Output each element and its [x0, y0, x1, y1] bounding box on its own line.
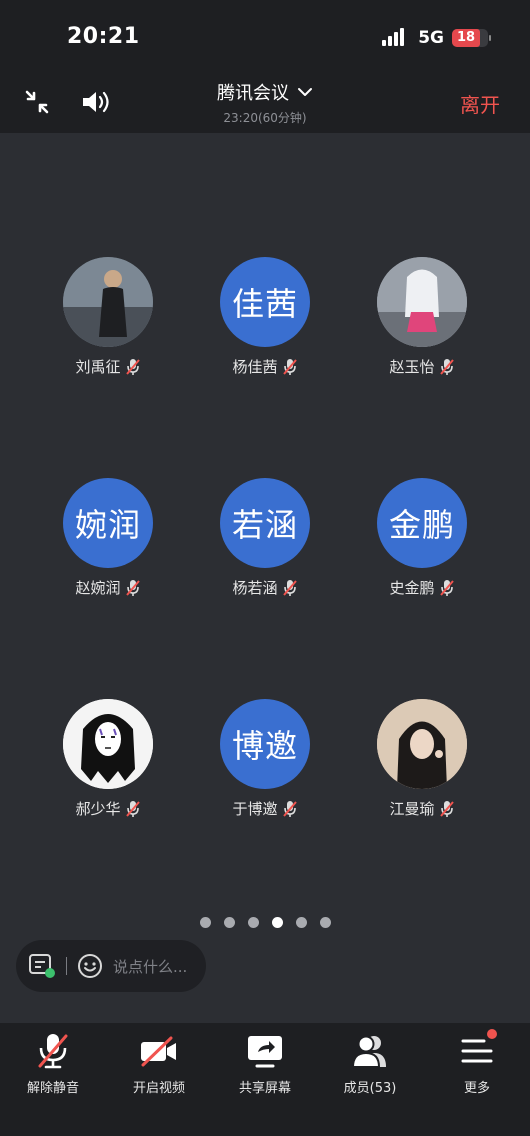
participant-tile[interactable]: 若涵 杨若涵 — [185, 478, 345, 598]
page-indicator[interactable] — [0, 917, 530, 928]
chat-input[interactable]: 说点什么... — [113, 956, 187, 977]
avatar-photo — [63, 257, 153, 347]
avatar-photo — [63, 699, 153, 789]
mic-off-icon — [282, 579, 297, 596]
meeting-header: 腾讯会议 23:20(60分钟) 离开 — [0, 75, 530, 133]
avatar: 若涵 — [220, 478, 310, 568]
start-video-label: 开启视频 — [132, 1081, 185, 1096]
battery-icon: 18 — [452, 29, 491, 47]
leave-button[interactable]: 离开 — [460, 89, 500, 118]
mic-off-icon — [125, 579, 140, 596]
page-dot-active[interactable] — [271, 917, 283, 928]
mic-off-icon — [125, 358, 140, 375]
start-video-button[interactable]: 开启视频 — [109, 1031, 209, 1096]
unmute-button[interactable]: 解除静音 — [3, 1031, 103, 1096]
page-dot[interactable] — [319, 917, 331, 928]
participant-name: 于博邀 — [232, 800, 278, 818]
mic-muted-icon — [38, 1034, 68, 1069]
members-label: 成员(53) — [343, 1081, 397, 1096]
chevron-down-icon — [298, 88, 312, 96]
emoji-icon[interactable] — [77, 953, 103, 979]
meeting-info: 腾讯会议 23:20(60分钟) — [0, 79, 530, 126]
participant-name: 赵婉润 — [75, 579, 121, 597]
participant-name: 郝少华 — [75, 800, 121, 818]
video-off-icon — [141, 1036, 176, 1067]
page-dot[interactable] — [223, 917, 235, 928]
participant-name: 江曼瑜 — [389, 800, 435, 818]
participant-name: 赵玉怡 — [389, 358, 435, 376]
avatar-photo — [377, 699, 467, 789]
share-screen-icon — [248, 1036, 282, 1068]
mic-off-icon — [439, 358, 454, 375]
mic-off-icon — [125, 800, 140, 817]
mic-off-icon — [282, 800, 297, 817]
unmute-label: 解除静音 — [26, 1081, 79, 1096]
avatar-photo — [377, 257, 467, 347]
status-time: 20:21 — [67, 24, 140, 49]
participant-tile[interactable]: 江曼瑜 — [342, 699, 502, 819]
avatar: 博邀 — [220, 699, 310, 789]
divider — [66, 957, 67, 975]
status-indicators: 5G 18 — [382, 28, 491, 48]
menu-icon — [461, 1039, 493, 1063]
participant-tile[interactable]: 佳茜 杨佳茜 — [185, 257, 345, 377]
mic-off-icon — [439, 579, 454, 596]
avatar: 婉润 — [63, 478, 153, 568]
participant-tile[interactable]: 郝少华 — [28, 699, 188, 819]
meeting-time: 23:20(60分钟) — [223, 111, 307, 125]
participant-tile[interactable]: 赵玉怡 — [342, 257, 502, 377]
mic-off-icon — [282, 358, 297, 375]
bottom-toolbar: 解除静音 开启视频 共享屏幕 成员(53) 更多 — [0, 1023, 530, 1136]
more-label: 更多 — [463, 1081, 490, 1096]
participant-tile[interactable]: 婉润 赵婉润 — [28, 478, 188, 598]
notification-badge — [487, 1029, 497, 1039]
meeting-title-button[interactable]: 腾讯会议 — [217, 79, 313, 105]
mic-off-icon — [439, 800, 454, 817]
subtitle-icon[interactable] — [28, 953, 56, 979]
page-dot[interactable] — [199, 917, 211, 928]
avatar — [377, 699, 467, 789]
members-icon — [351, 1035, 386, 1068]
members-button[interactable]: 成员(53) — [320, 1031, 420, 1096]
participant-name: 刘禹征 — [75, 358, 121, 376]
meeting-title: 腾讯会议 — [217, 83, 289, 104]
participant-name: 史金鹏 — [389, 579, 435, 597]
share-screen-label: 共享屏幕 — [238, 1081, 291, 1096]
signal-icon — [382, 28, 410, 48]
share-screen-button[interactable]: 共享屏幕 — [215, 1031, 315, 1096]
chat-bar[interactable]: 说点什么... — [16, 940, 206, 992]
participant-tile[interactable]: 金鹏 史金鹏 — [342, 478, 502, 598]
network-label: 5G — [418, 28, 444, 48]
avatar — [63, 257, 153, 347]
participant-tile[interactable]: 博邀 于博邀 — [185, 699, 345, 819]
participant-name: 杨若涵 — [232, 579, 278, 597]
status-bar: 20:21 5G 18 — [0, 0, 530, 75]
page-dot[interactable] — [295, 917, 307, 928]
participant-name: 杨佳茜 — [232, 358, 278, 376]
battery-level: 18 — [452, 29, 480, 47]
avatar — [377, 257, 467, 347]
more-button[interactable]: 更多 — [427, 1029, 527, 1096]
avatar: 佳茜 — [220, 257, 310, 347]
avatar: 金鹏 — [377, 478, 467, 568]
participant-tile[interactable]: 刘禹征 — [28, 257, 188, 377]
avatar — [63, 699, 153, 789]
page-dot[interactable] — [247, 917, 259, 928]
